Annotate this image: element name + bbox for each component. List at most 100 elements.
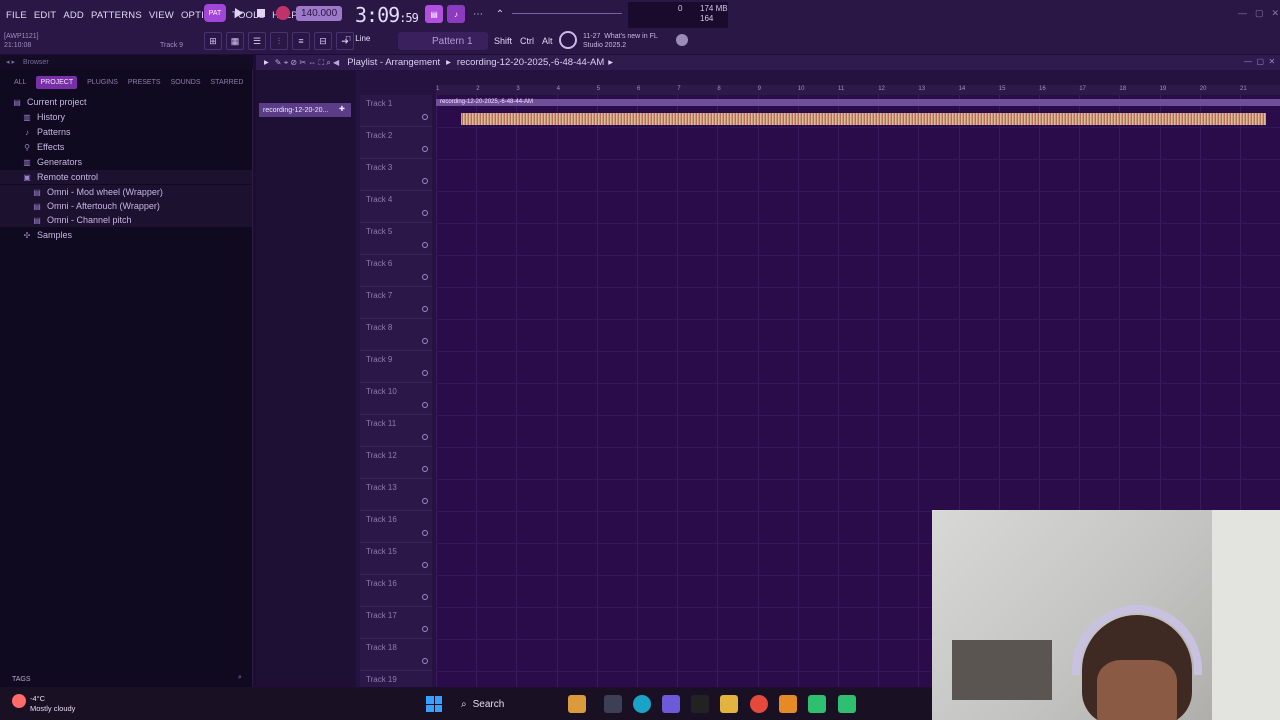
- track-mute-icon[interactable]: [422, 594, 428, 600]
- track-mute-icon[interactable]: [422, 210, 428, 216]
- track-mute-icon[interactable]: [422, 626, 428, 632]
- tree-item-omni-mod-wheel-wrapper-[interactable]: ▤ Omni - Mod wheel (Wrapper): [0, 185, 252, 199]
- track-mute-icon[interactable]: [422, 466, 428, 472]
- browser-tab-all[interactable]: ALL: [14, 79, 26, 86]
- menu-patterns[interactable]: PATTERNS: [91, 10, 142, 21]
- track-mute-icon[interactable]: [422, 434, 428, 440]
- fl-studio-icon[interactable]: [779, 695, 797, 713]
- metronome-button[interactable]: ♪: [447, 5, 465, 23]
- pattern-song-toggle[interactable]: PAT: [204, 4, 226, 22]
- draw-tools[interactable]: ✎ ⌖ ⊘ ✂ ⇔ ⛶ ⌕ ◀: [275, 58, 339, 68]
- track-header[interactable]: Track 18: [360, 639, 432, 671]
- playlist-window-controls[interactable]: — ▢ ✕: [1244, 57, 1275, 66]
- menu-file[interactable]: FILE: [6, 10, 27, 21]
- track-header[interactable]: Track 6: [360, 255, 432, 287]
- tree-item-generators[interactable]: ▥ Generators: [0, 155, 252, 169]
- tree-item-samples[interactable]: ✣ Samples: [0, 228, 252, 242]
- browser-nav-icon[interactable]: ◂ ▸: [6, 58, 15, 66]
- track-mute-icon[interactable]: [422, 178, 428, 184]
- plugin-icon[interactable]: ⊟: [314, 32, 332, 50]
- track-header[interactable]: Track 11: [360, 415, 432, 447]
- terminal-icon[interactable]: [691, 695, 709, 713]
- news-panel[interactable]: 11-27 What's new in FL Studio 2025.2: [583, 32, 658, 50]
- app-icon[interactable]: [808, 695, 826, 713]
- track-header[interactable]: Track 4: [360, 191, 432, 223]
- track-header[interactable]: Track 7: [360, 287, 432, 319]
- browser-tab-sounds[interactable]: SOUNDS: [171, 79, 201, 86]
- key-ctrl[interactable]: Ctrl: [517, 32, 537, 50]
- track-mute-icon[interactable]: [422, 498, 428, 504]
- search-icon[interactable]: ⌕: [238, 674, 242, 682]
- track-mute-icon[interactable]: [422, 306, 428, 312]
- snap-selector[interactable]: ⊓ Line: [345, 34, 370, 43]
- clip-source-item[interactable]: recording-12-20-20... ✚: [259, 103, 351, 117]
- track-mute-icon[interactable]: [422, 114, 428, 120]
- browser-icon[interactable]: ≡: [292, 32, 310, 50]
- track-header[interactable]: Track 10: [360, 383, 432, 415]
- track-header[interactable]: Track 16: [360, 575, 432, 607]
- track-header[interactable]: Track 12: [360, 447, 432, 479]
- browser-tab-presets[interactable]: PRESETS: [128, 79, 161, 86]
- record-button[interactable]: [274, 4, 292, 22]
- timeline-ruler[interactable]: 1 2 3 4 5 6 7 8 9 10 11 12 13 14 15 16 17 18 19 20 21: [436, 85, 1280, 95]
- maximize-icon[interactable]: ▢: [1255, 8, 1264, 19]
- weather-widget[interactable]: -4°C Mostly cloudy: [12, 694, 75, 714]
- mixer-icon[interactable]: ⫶: [270, 32, 288, 50]
- playlist-icon[interactable]: ⊞: [204, 32, 222, 50]
- track-header[interactable]: Track 3: [360, 159, 432, 191]
- tree-item-history[interactable]: ▥ History: [0, 110, 252, 124]
- track-header[interactable]: Track 9: [360, 351, 432, 383]
- tree-item-effects[interactable]: ⚲ Effects: [0, 140, 252, 154]
- track-mute-icon[interactable]: [422, 530, 428, 536]
- add-clip-icon[interactable]: ✚: [339, 105, 345, 113]
- tree-item-patterns[interactable]: ♪ Patterns: [0, 125, 252, 139]
- step-edit-button[interactable]: ▤: [425, 5, 443, 23]
- track-header[interactable]: Track 17: [360, 607, 432, 639]
- close-icon[interactable]: ✕: [1272, 8, 1280, 19]
- menu-edit[interactable]: EDIT: [34, 10, 56, 21]
- tree-item-remote-control[interactable]: ▣ Remote control: [0, 170, 252, 184]
- track-mute-icon[interactable]: [422, 274, 428, 280]
- widgets-icon[interactable]: [568, 695, 586, 713]
- edge-icon[interactable]: [633, 695, 651, 713]
- countdown-button[interactable]: ⌃: [491, 5, 509, 23]
- tree-item-current-project[interactable]: ▤ Current project: [0, 95, 252, 109]
- track-header[interactable]: Track 2: [360, 127, 432, 159]
- play-button[interactable]: [230, 4, 248, 22]
- menu-add[interactable]: ADD: [63, 10, 84, 21]
- key-alt[interactable]: Alt: [539, 32, 556, 50]
- track-mute-icon[interactable]: [422, 658, 428, 664]
- track-header[interactable]: Track 16: [360, 511, 432, 543]
- key-shift[interactable]: Shift: [491, 32, 515, 50]
- browser-tab-project[interactable]: PROJECT: [36, 75, 78, 89]
- channel-rack-icon[interactable]: ☰: [248, 32, 266, 50]
- audio-clip-waveform[interactable]: [461, 113, 1266, 125]
- master-pitch-slider[interactable]: [512, 13, 622, 14]
- pattern-selector[interactable]: Pattern 1: [398, 32, 488, 50]
- tree-item-omni-aftertouch-wrapper-[interactable]: ▤ Omni - Aftertouch (Wrapper): [0, 199, 252, 213]
- minimize-icon[interactable]: —: [1238, 8, 1247, 19]
- track-mute-icon[interactable]: [422, 338, 428, 344]
- track-header[interactable]: Track 8: [360, 319, 432, 351]
- audio-clip-header[interactable]: recording-12-20-2025,-6-48-44-AM: [436, 99, 1280, 106]
- track-header[interactable]: Track 13: [360, 479, 432, 511]
- fl-logo-icon[interactable]: [676, 34, 688, 46]
- playlist-menu-icon[interactable]: ▸: [264, 57, 269, 68]
- news-icon[interactable]: [559, 31, 577, 49]
- track-mute-icon[interactable]: [422, 370, 428, 376]
- stop-button[interactable]: [252, 4, 270, 22]
- chrome-icon[interactable]: [750, 695, 768, 713]
- track-mute-icon[interactable]: [422, 146, 428, 152]
- app-icon-2[interactable]: [838, 695, 856, 713]
- track-header[interactable]: Track 5: [360, 223, 432, 255]
- track-header[interactable]: Track 1: [360, 95, 432, 127]
- windows-start-icon[interactable]: [426, 696, 442, 712]
- tree-item-omni-channel-pitch[interactable]: ▤ Omni - Channel pitch: [0, 213, 252, 227]
- track-mute-icon[interactable]: [422, 562, 428, 568]
- track-mute-icon[interactable]: [422, 402, 428, 408]
- track-mute-icon[interactable]: [422, 242, 428, 248]
- task-view-icon[interactable]: [604, 695, 622, 713]
- menu-view[interactable]: VIEW: [149, 10, 174, 21]
- taskbar-search[interactable]: ⌕ Search: [455, 693, 565, 715]
- copilot-icon[interactable]: [662, 695, 680, 713]
